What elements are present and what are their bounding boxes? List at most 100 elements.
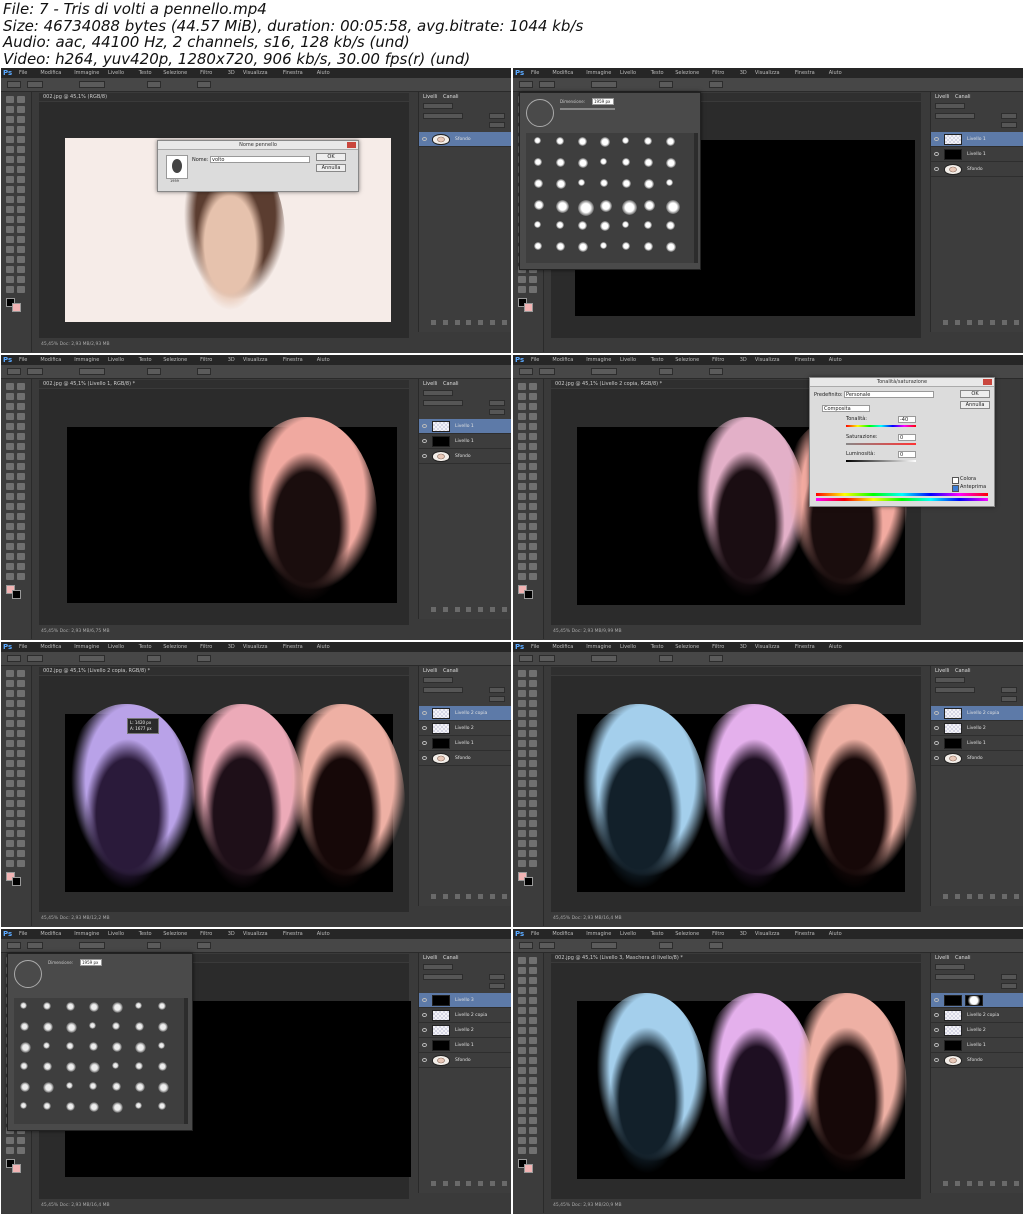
tool-icon[interactable] [6, 780, 14, 787]
tool-icon[interactable] [529, 473, 537, 480]
tool-icon[interactable] [529, 997, 537, 1004]
tool-icon[interactable] [17, 166, 25, 173]
brush-size-slider[interactable] [560, 108, 615, 110]
new-layer-icon[interactable] [1002, 894, 1008, 899]
menu-item-aiuto[interactable]: Aiuto [829, 644, 842, 650]
tool-icon[interactable] [518, 957, 526, 964]
tool-icon[interactable] [518, 830, 526, 837]
tool-icon[interactable] [518, 987, 526, 994]
brush-tip[interactable] [20, 1102, 27, 1109]
tool-icon[interactable] [17, 820, 25, 827]
trash-icon[interactable] [501, 1181, 507, 1186]
brush-tip[interactable] [20, 1062, 28, 1070]
cancel-button[interactable]: Annulla [960, 401, 990, 409]
menu-item-immagine[interactable]: Immagine [74, 357, 99, 363]
visibility-eye-icon[interactable] [422, 756, 427, 760]
tool-icon[interactable] [529, 1027, 537, 1034]
tool-icon[interactable] [6, 760, 14, 767]
tool-icon[interactable] [529, 276, 537, 283]
visibility-eye-icon[interactable] [934, 1043, 939, 1047]
layer-opacity-field[interactable] [489, 400, 505, 406]
brush-panel-scrollbar[interactable] [694, 133, 698, 263]
layer-row[interactable]: Livello 2 copia [419, 1008, 511, 1023]
tool-icon[interactable] [6, 810, 14, 817]
brush-tip[interactable] [600, 158, 607, 165]
tool-icon[interactable] [17, 690, 25, 697]
menu-item-file[interactable]: File [19, 70, 27, 76]
tool-icon[interactable] [518, 383, 526, 390]
brush-tip[interactable] [666, 158, 676, 168]
tool-icon[interactable] [529, 1087, 537, 1094]
menu-item-livello[interactable]: Livello [108, 931, 124, 937]
layer-filter-field[interactable] [935, 677, 965, 683]
opacity-field[interactable] [659, 655, 673, 662]
tool-icon[interactable] [529, 860, 537, 867]
document-tab[interactable]: 002.jpg @ 45,1% (Livello 1, RGB/8) * [39, 380, 409, 388]
tool-icon[interactable] [6, 226, 14, 233]
adjustment-icon[interactable] [466, 607, 472, 612]
layer-row[interactable]: Sfondo [419, 751, 511, 766]
mask-icon[interactable] [966, 894, 972, 899]
tool-icon[interactable] [6, 850, 14, 857]
layer-row[interactable]: Sfondo [419, 449, 511, 464]
brush-tip[interactable] [556, 158, 565, 167]
tool-icon[interactable] [529, 1127, 537, 1134]
tool-icon[interactable] [6, 720, 14, 727]
menu-item-selezione[interactable]: Selezione [163, 644, 187, 650]
menu-item-3d[interactable]: 3D [740, 70, 747, 76]
tool-icon[interactable] [6, 176, 14, 183]
visibility-eye-icon[interactable] [422, 711, 427, 715]
brush-tip[interactable] [20, 1022, 29, 1031]
brush-tip[interactable] [66, 1102, 75, 1111]
panel-tab-livelli[interactable]: Livelli [423, 94, 437, 100]
link-icon[interactable] [431, 320, 436, 325]
background-color-swatch[interactable] [12, 303, 21, 312]
tool-icon[interactable] [17, 700, 25, 707]
trash-icon[interactable] [1013, 894, 1019, 899]
menu-item-immagine[interactable]: Immagine [586, 70, 611, 76]
layer-opacity-field[interactable] [489, 687, 505, 693]
tool-icon[interactable] [6, 453, 14, 460]
tool-icon[interactable] [6, 710, 14, 717]
tool-icon[interactable] [518, 493, 526, 500]
tool-icon[interactable] [6, 543, 14, 550]
mode-dropdown[interactable] [79, 81, 105, 88]
tool-icon[interactable] [518, 1097, 526, 1104]
menu-item-testo[interactable]: Testo [651, 70, 664, 76]
menu-item-selezione[interactable]: Selezione [675, 644, 699, 650]
tool-icon[interactable] [6, 423, 14, 430]
tool-preset-picker[interactable] [7, 81, 21, 88]
tool-icon[interactable] [518, 810, 526, 817]
tool-icon[interactable] [529, 780, 537, 787]
brush-tip[interactable] [666, 200, 680, 214]
tool-icon[interactable] [17, 790, 25, 797]
tool-icon[interactable] [529, 1147, 537, 1154]
brush-tip[interactable] [622, 137, 629, 144]
tool-icon[interactable] [518, 750, 526, 757]
brush-tip[interactable] [556, 242, 565, 251]
mask-icon[interactable] [454, 320, 460, 325]
brush-size-picker[interactable] [539, 368, 555, 375]
link-icon[interactable] [943, 320, 948, 325]
tool-icon[interactable] [17, 393, 25, 400]
tool-icon[interactable] [6, 860, 14, 867]
tool-icon[interactable] [518, 443, 526, 450]
tool-icon[interactable] [529, 760, 537, 767]
brush-tip[interactable] [644, 221, 652, 229]
layer-opacity-field[interactable] [1001, 687, 1017, 693]
tool-icon[interactable] [518, 1087, 526, 1094]
preview-checkbox[interactable] [952, 485, 959, 492]
brush-tip[interactable] [622, 200, 637, 215]
tool-icon[interactable] [6, 553, 14, 560]
menu-item-modifica[interactable]: Modifica [552, 357, 573, 363]
new-layer-icon[interactable] [1002, 1181, 1008, 1186]
menu-item-file[interactable]: File [531, 644, 539, 650]
flow-field[interactable] [709, 942, 723, 949]
tool-icon[interactable] [529, 680, 537, 687]
tool-icon[interactable] [6, 443, 14, 450]
brush-tip[interactable] [578, 137, 587, 146]
tool-icon[interactable] [529, 670, 537, 677]
tool-icon[interactable] [518, 413, 526, 420]
tool-icon[interactable] [17, 136, 25, 143]
brush-tip[interactable] [66, 1062, 76, 1072]
